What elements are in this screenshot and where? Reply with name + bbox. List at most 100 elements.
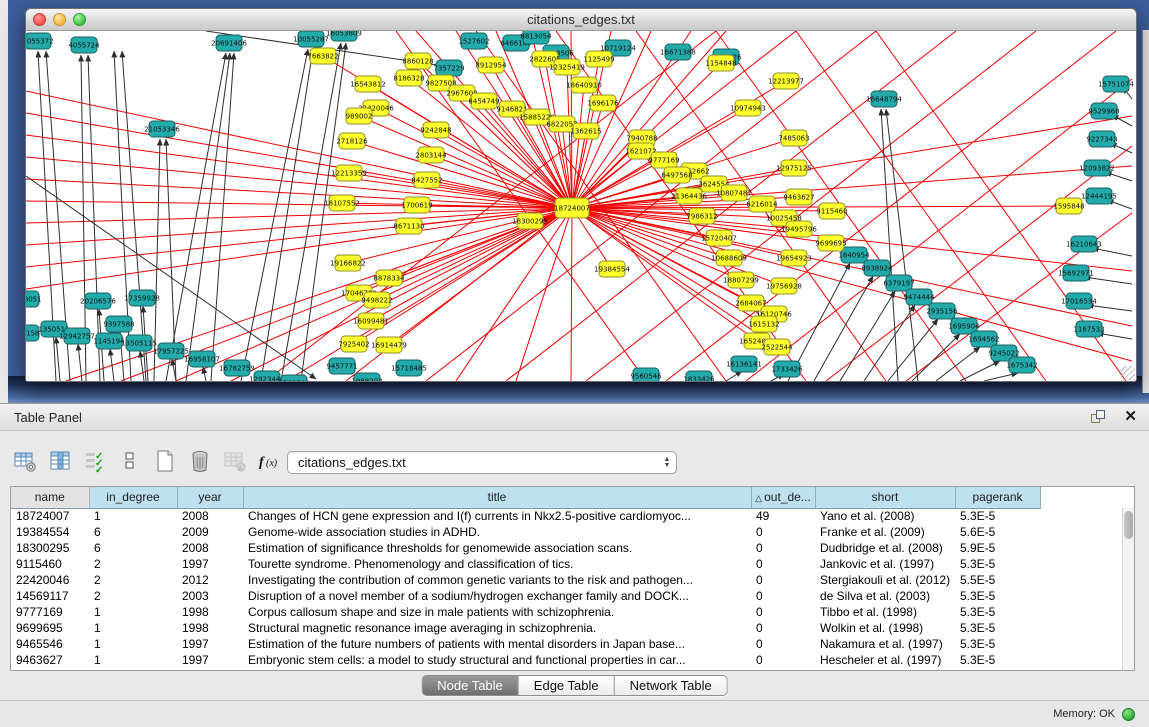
graph-node[interactable]: 10807487 <box>716 185 752 201</box>
graph-node[interactable]: 7663822 <box>307 48 338 64</box>
graph-node[interactable]: 16958107 <box>184 351 220 367</box>
graph-node[interactable]: 9115460 <box>816 203 847 219</box>
tab-network-table[interactable]: Network Table <box>615 675 728 696</box>
graph-node[interactable]: 8878334 <box>373 270 405 286</box>
graph-node[interactable]: 2522544 <box>761 339 793 355</box>
graph-node[interactable]: 8938924 <box>861 260 893 276</box>
graph-node[interactable]: 1527602 <box>458 33 489 49</box>
table-row[interactable]: 1456911722003Disruption of a novel membe… <box>11 588 1124 604</box>
table-row[interactable]: 1830029562008Estimation of significance … <box>11 540 1124 556</box>
table-scrollbar[interactable] <box>1122 508 1134 670</box>
graph-node[interactable]: 18107552 <box>324 195 360 211</box>
graph-node[interactable]: 20691406 <box>211 35 247 51</box>
graph-node[interactable]: 1833426 <box>683 371 715 381</box>
graph-node[interactable]: 9777169 <box>648 152 679 168</box>
graph-node[interactable]: 16099481 <box>353 313 389 329</box>
window-titlebar[interactable]: citations_edges.txt <box>26 9 1136 31</box>
column-header-name[interactable]: name <box>11 487 89 508</box>
graph-node[interactable]: 1362615 <box>570 123 601 139</box>
graph-node[interactable]: 9463627 <box>783 189 814 205</box>
delete-column-icon[interactable] <box>187 448 213 474</box>
graph-node[interactable]: 9242848 <box>420 122 451 138</box>
graph-node[interactable]: 15692971 <box>1058 265 1094 281</box>
select-attributes-icon[interactable]: ✓✓✓ <box>82 448 108 474</box>
graph-node[interactable]: 9699695 <box>815 235 846 251</box>
table-row[interactable]: 946362711997Embryonic stem cells: a mode… <box>11 652 1124 668</box>
graph-node[interactable]: 16648794 <box>866 91 902 107</box>
graph-node[interactable]: 21053346 <box>144 121 180 137</box>
graph-node[interactable]: 16210643 <box>1066 236 1102 252</box>
graph-node[interactable]: 12942757 <box>59 328 95 344</box>
graph-node[interactable]: 18640910 <box>566 77 602 93</box>
column-header-pagerank[interactable]: pagerank <box>955 487 1040 508</box>
graph-node[interactable]: 18807299 <box>723 272 759 288</box>
graph-node[interactable]: 12975125 <box>776 160 812 176</box>
graph-node[interactable]: 2718126 <box>336 133 368 149</box>
graph-node[interactable]: 18724007 <box>554 198 590 218</box>
graph-node[interactable]: 1675342 <box>1006 357 1037 373</box>
graph-node[interactable]: 9529968 <box>1088 103 1119 119</box>
graph-node[interactable]: 1696176 <box>587 95 619 111</box>
graph-node[interactable]: 16914479 <box>371 337 407 353</box>
column-header-short[interactable]: short <box>815 487 955 508</box>
graph-node[interactable]: 7986312 <box>686 208 717 224</box>
graph-node[interactable]: 17359928 <box>124 290 160 306</box>
graph-node[interactable]: 1595848 <box>1053 198 1084 214</box>
column-header-year[interactable]: year <box>177 487 243 508</box>
column-header-in_degree[interactable]: in_degree <box>89 487 177 508</box>
graph-node[interactable]: 8860128 <box>402 53 433 69</box>
float-panel-icon[interactable] <box>1091 410 1106 424</box>
table-row[interactable]: 946554611997Estimation of the future num… <box>11 636 1124 652</box>
graph-node[interactable]: 21364436 <box>671 188 707 204</box>
graph-node[interactable]: 10974943 <box>730 100 766 116</box>
graph-node[interactable]: 6497568 <box>661 167 692 183</box>
table-row[interactable]: 1872400712008Changes of HCN gene express… <box>11 508 1124 524</box>
graph-node[interactable]: 12213977 <box>768 73 804 89</box>
memory-status-indicator[interactable] <box>1122 708 1135 721</box>
graph-node[interactable]: 7357229 <box>433 60 464 76</box>
tab-node-table[interactable]: Node Table <box>421 675 519 696</box>
graph-node[interactable]: 18300295 <box>512 213 548 229</box>
graph-node[interactable]: 10055287 <box>293 31 329 47</box>
graph-node[interactable]: 9560546 <box>630 368 662 381</box>
graph-node[interactable]: 1700619 <box>401 197 432 213</box>
graph-node[interactable]: 15718485 <box>391 360 427 376</box>
table-row[interactable]: 2242004622012Investigating the contribut… <box>11 572 1124 588</box>
graph-node[interactable]: 13505115 <box>121 335 157 351</box>
graph-node[interactable]: 9560548 <box>278 375 309 381</box>
graph-node[interactable]: 12325419 <box>549 59 585 75</box>
graph-node[interactable]: 8912954 <box>475 57 507 73</box>
create-column-icon[interactable] <box>152 448 178 474</box>
graph-node[interactable]: 12444195 <box>1081 188 1117 204</box>
graph-node[interactable]: 2055372 <box>26 33 54 49</box>
table-select-dropdown[interactable]: citations_edges.txt ▲▼ <box>287 451 677 474</box>
table-row[interactable]: 1938455462009Genome-wide association stu… <box>11 524 1124 540</box>
graph-node[interactable]: 15720407 <box>701 230 737 246</box>
graph-node[interactable]: 17016534 <box>1061 293 1097 309</box>
graph-node[interactable]: 8454749 <box>468 93 499 109</box>
graph-node[interactable]: 939158 <box>26 325 39 341</box>
graph-node[interactable]: 10688609 <box>711 250 747 266</box>
scrollbar-thumb[interactable] <box>1124 511 1133 539</box>
graph-node[interactable]: 12093822 <box>1079 160 1115 176</box>
column-header-out_de[interactable]: △out_de... <box>751 487 815 508</box>
graph-node[interactable]: 7925402 <box>338 336 369 352</box>
table-mode-icon[interactable] <box>12 448 38 474</box>
graph-node[interactable]: 16053809 <box>326 31 362 41</box>
table-row[interactable]: 911546021997Tourette syndrome. Phenomeno… <box>11 556 1124 572</box>
tab-edge-table[interactable]: Edge Table <box>519 675 615 696</box>
graph-node[interactable]: 2026051 <box>26 291 42 307</box>
graph-node[interactable]: 19495796 <box>781 221 817 237</box>
graph-node[interactable]: 16671388 <box>660 44 696 60</box>
graph-node[interactable]: 1125499 <box>583 51 614 67</box>
graph-node[interactable]: 16136141 <box>726 356 762 372</box>
graph-node[interactable]: 20206576 <box>80 293 116 309</box>
graph-node[interactable]: 6216014 <box>746 196 778 212</box>
graph-node[interactable]: 8427552 <box>411 172 442 188</box>
graph-node[interactable]: 4055724 <box>68 37 100 53</box>
network-canvas[interactable]: 2055372 4055724 20691406 1005528716053809 15… <box>26 31 1136 381</box>
network-view-window[interactable]: citations_edges.txt 2055372 4055724 206914… <box>25 8 1137 382</box>
graph-node[interactable]: 1154848 <box>705 55 736 71</box>
window-resize-grip[interactable] <box>1121 366 1135 380</box>
graph-node[interactable]: 9474444 <box>903 289 935 305</box>
